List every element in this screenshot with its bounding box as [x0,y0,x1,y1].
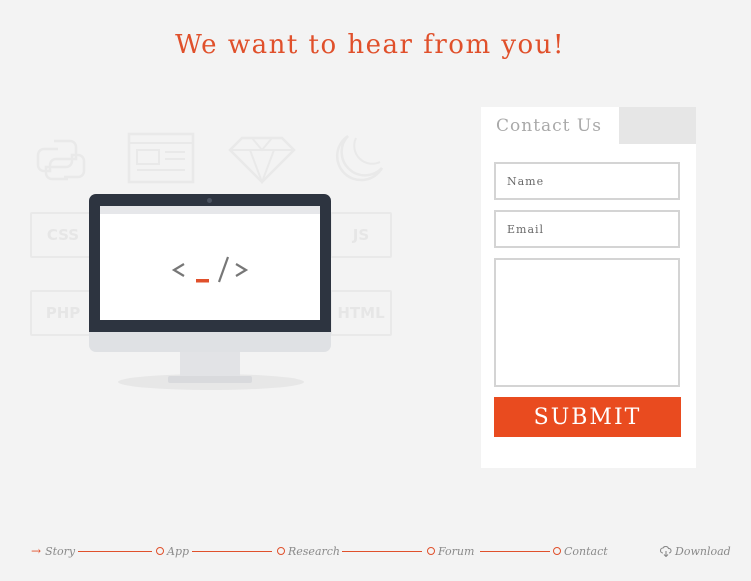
nav-item-story[interactable]: → Story [31,541,75,561]
nav-connector [192,551,272,552]
moon-icon [335,134,384,182]
css-badge: CSS [30,212,96,258]
submit-button[interactable]: SUBMIT [494,397,681,437]
contact-form-card: Contact Us SUBMIT [481,107,696,468]
nav-connector [342,551,422,552]
nav-item-label: Story [45,544,76,558]
page-title: We want to hear from you! [175,30,565,60]
message-field[interactable] [494,258,680,387]
bottom-nav: → Story App Research Forum Contact Downl… [0,541,751,561]
monitor-screen-bar [100,206,320,214]
nav-item-label: Contact [564,544,608,558]
monitor-neck [180,352,240,378]
code-prompt-icon [171,256,249,283]
circle-icon [156,547,164,555]
circle-icon [427,547,435,555]
browser-window-icon [127,132,195,184]
js-badge: JS [330,212,392,258]
circle-icon [277,547,285,555]
arrow-right-icon: → [31,544,42,558]
contact-title: Contact Us [496,116,602,136]
python-logo-icon [36,139,86,181]
diamond-gem-icon [228,136,296,184]
nav-item-forum[interactable]: Forum [427,541,474,561]
nav-item-research[interactable]: Research [277,541,340,561]
name-field[interactable] [494,162,680,200]
monitor-base [168,376,252,383]
html-badge: HTML [330,290,392,336]
monitor-chin [89,332,331,352]
nav-item-app[interactable]: App [156,541,189,561]
monitor-camera [207,198,212,203]
email-field[interactable] [494,210,680,248]
nav-connector [480,551,550,552]
cloud-download-icon [660,545,672,557]
nav-item-label: Forum [438,544,475,558]
circle-icon [553,547,561,555]
nav-item-label: Research [288,544,341,558]
nav-connector [78,551,152,552]
nav-item-label: App [167,544,190,558]
card-header-fill [619,107,696,144]
contact-tab: Contact Us [481,107,619,144]
php-badge: PHP [30,290,96,336]
nav-item-download[interactable]: Download [660,541,731,561]
nav-item-label: Download [675,544,731,558]
nav-item-contact[interactable]: Contact [553,541,608,561]
